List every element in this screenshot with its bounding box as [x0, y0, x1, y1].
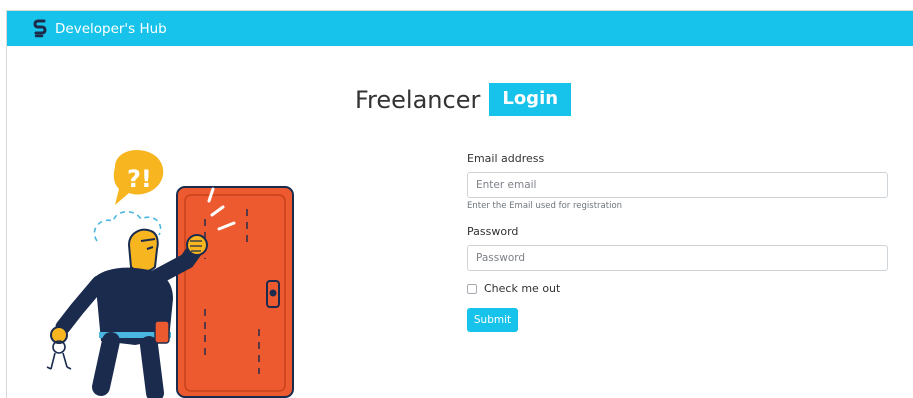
email-input[interactable] [467, 172, 888, 198]
login-badge: Login [489, 83, 572, 116]
speech-bubble-text: ?! [127, 165, 152, 193]
page-heading: Freelancer Login [355, 83, 572, 116]
remember-label[interactable]: Check me out [484, 282, 560, 295]
browser-viewport: Developer's Hub Freelancer Login ?! Emai… [6, 10, 913, 398]
password-input[interactable] [467, 245, 888, 271]
submit-button[interactable]: Submit [467, 308, 518, 332]
top-navbar: Developer's Hub [7, 11, 913, 46]
page-title: Freelancer [355, 85, 481, 114]
email-label: Email address [467, 152, 545, 165]
remember-checkbox[interactable] [467, 283, 477, 294]
s-logo-icon [33, 19, 47, 37]
brand-name: Developer's Hub [55, 20, 167, 37]
email-help-text: Enter the Email used for registration [467, 201, 623, 211]
brand-link[interactable]: Developer's Hub [33, 19, 167, 39]
remember-row[interactable]: Check me out [467, 282, 560, 295]
locked-out-person-at-door-illustration: ?! [46, 149, 294, 398]
password-label: Password [467, 225, 519, 238]
